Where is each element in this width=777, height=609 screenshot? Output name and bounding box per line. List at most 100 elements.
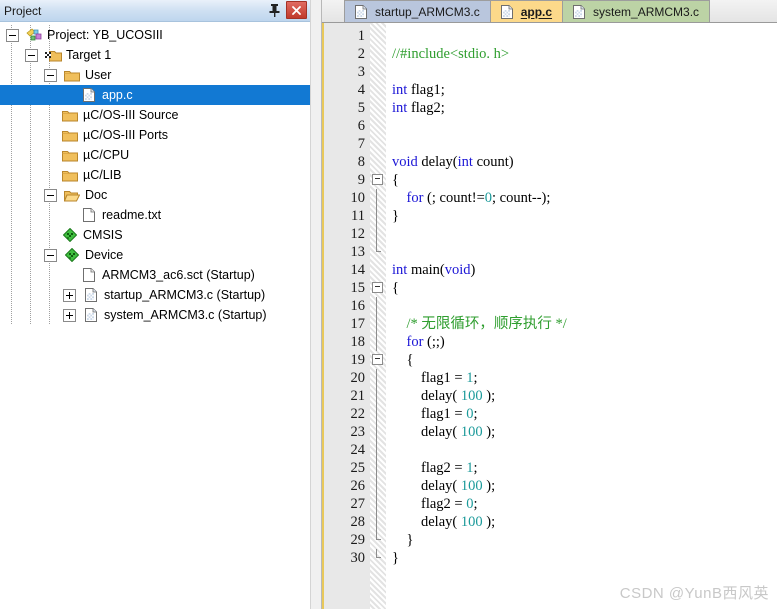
keil-uvision-window: Project Project: YB_UCOSIII Target 1 Use… bbox=[0, 0, 777, 609]
project-tree[interactable]: Project: YB_UCOSIII Target 1 User app.c µC/O… bbox=[0, 22, 310, 609]
folder-icon bbox=[61, 107, 79, 123]
code-line: delay( 100 ); bbox=[392, 387, 777, 405]
fold-row bbox=[370, 99, 386, 117]
fold-collapse-icon[interactable] bbox=[372, 282, 383, 293]
code-token: ); bbox=[482, 478, 496, 494]
line-number: 23 bbox=[350, 424, 366, 440]
line-number: 13 bbox=[350, 244, 366, 260]
fold-row bbox=[370, 243, 386, 261]
fold-guide-line bbox=[376, 315, 377, 333]
code-line: delay( 100 ); bbox=[392, 513, 777, 531]
line-number: 15 bbox=[350, 280, 366, 296]
tab-system_ARMCM3-c[interactable]: system_ARMCM3.c bbox=[562, 0, 711, 22]
line-number: 22 bbox=[350, 406, 366, 422]
diamond-icon bbox=[63, 247, 81, 263]
line-number: 28 bbox=[350, 514, 366, 530]
code-line: void delay(int count) bbox=[392, 153, 777, 171]
tab-startup_ARMCM3-c[interactable]: startup_ARMCM3.c bbox=[344, 0, 499, 22]
fold-row bbox=[370, 369, 386, 387]
tree-item-label: µC/OS-III Source bbox=[83, 108, 179, 122]
panel-title: Project bbox=[4, 3, 42, 18]
text-file-icon bbox=[80, 207, 98, 223]
expand-plus-icon[interactable] bbox=[63, 308, 76, 322]
pushpin-icon[interactable] bbox=[266, 2, 282, 19]
fold-guide-line bbox=[376, 369, 377, 387]
fold-end-marker bbox=[376, 549, 381, 558]
tree-item[interactable]: µC/LIB bbox=[0, 165, 310, 185]
tree-item[interactable]: CMSIS bbox=[0, 225, 310, 245]
code-line: delay( 100 ); bbox=[392, 423, 777, 441]
line-number: 6 bbox=[357, 118, 365, 134]
code-token: ; bbox=[473, 496, 478, 512]
tree-item[interactable]: ARMCM3_ac6.sct (Startup) bbox=[0, 265, 310, 285]
code-text[interactable]: //#include<stdio. h> int flag1; int flag2… bbox=[386, 23, 777, 609]
fold-row bbox=[370, 279, 386, 297]
code-token: //#include<stdio. h> bbox=[392, 46, 510, 62]
fold-row bbox=[370, 495, 386, 513]
folder-icon bbox=[61, 147, 79, 163]
tree-item[interactable]: Device bbox=[0, 245, 310, 265]
c-file-icon bbox=[498, 4, 516, 20]
line-number: 30 bbox=[350, 550, 366, 566]
collapse-minus-icon[interactable] bbox=[25, 48, 38, 62]
tree-item[interactable]: Project: YB_UCOSIII bbox=[0, 25, 310, 45]
fold-row bbox=[370, 477, 386, 495]
collapse-minus-icon[interactable] bbox=[6, 28, 19, 42]
tab-label: app.c bbox=[520, 4, 553, 19]
code-token: } bbox=[392, 550, 399, 566]
line-number: 26 bbox=[350, 478, 366, 494]
fold-row bbox=[370, 63, 386, 81]
code-token: delay( bbox=[392, 478, 461, 494]
tree-item[interactable]: User bbox=[0, 65, 310, 85]
tree-item-selected[interactable]: app.c bbox=[0, 85, 310, 105]
fold-collapse-icon[interactable] bbox=[372, 354, 383, 365]
code-token: 100 bbox=[460, 478, 483, 494]
code-token: int bbox=[457, 154, 473, 170]
code-token: flag1; bbox=[407, 82, 445, 98]
tree-item-label: µC/LIB bbox=[83, 168, 122, 182]
code-editor[interactable]: 1 2 3 4 5 6 7 8 9 10 11 12 13 14 15 16 17 18 19 20 21 22 23 24 2… bbox=[322, 23, 777, 609]
code-token: int bbox=[392, 262, 408, 278]
collapse-minus-icon[interactable] bbox=[44, 248, 57, 262]
collapse-minus-icon[interactable] bbox=[44, 188, 57, 202]
expand-plus-icon[interactable] bbox=[63, 288, 76, 302]
tree-item[interactable]: Doc bbox=[0, 185, 310, 205]
tree-item[interactable]: µC/OS-III Ports bbox=[0, 125, 310, 145]
fold-collapse-icon[interactable] bbox=[372, 174, 383, 185]
tree-expander-spacer bbox=[63, 90, 74, 101]
panel-splitter[interactable] bbox=[310, 0, 322, 609]
tree-item-label: Target 1 bbox=[66, 48, 112, 62]
tab-app-c[interactable]: app.c bbox=[489, 0, 564, 22]
tree-item-label: Device bbox=[85, 248, 124, 262]
editor-tabbar[interactable]: startup_ARMCM3.c app.c system_ARMCM3.c bbox=[322, 0, 777, 23]
code-fold-margin[interactable] bbox=[370, 23, 386, 609]
fold-row bbox=[370, 171, 386, 189]
tree-item[interactable]: µC/OS-III Source bbox=[0, 105, 310, 125]
tree-item[interactable]: Target 1 bbox=[0, 45, 310, 65]
tree-item[interactable]: startup_ARMCM3.c (Startup) bbox=[0, 285, 310, 305]
fold-guide-line bbox=[376, 405, 377, 423]
fold-end-marker bbox=[376, 243, 381, 252]
diamond-icon bbox=[61, 227, 79, 243]
fold-row bbox=[370, 225, 386, 243]
folder-open-icon bbox=[63, 187, 81, 203]
tree-item-label: Doc bbox=[85, 188, 108, 202]
fold-guide-line bbox=[376, 297, 377, 315]
fold-row bbox=[370, 513, 386, 531]
fold-guide-line bbox=[376, 333, 377, 351]
fold-guide-line bbox=[376, 495, 377, 513]
fold-row bbox=[370, 387, 386, 405]
code-token: 0 bbox=[484, 190, 492, 206]
line-number: 11 bbox=[351, 208, 365, 224]
fold-end-marker bbox=[376, 531, 381, 540]
close-icon[interactable] bbox=[286, 1, 307, 19]
tree-item[interactable]: µC/CPU bbox=[0, 145, 310, 165]
tree-item[interactable]: readme.txt bbox=[0, 205, 310, 225]
tree-item[interactable]: system_ARMCM3.c (Startup) bbox=[0, 305, 310, 325]
line-number: 12 bbox=[350, 226, 366, 242]
collapse-minus-icon[interactable] bbox=[44, 68, 57, 82]
fold-row bbox=[370, 117, 386, 135]
